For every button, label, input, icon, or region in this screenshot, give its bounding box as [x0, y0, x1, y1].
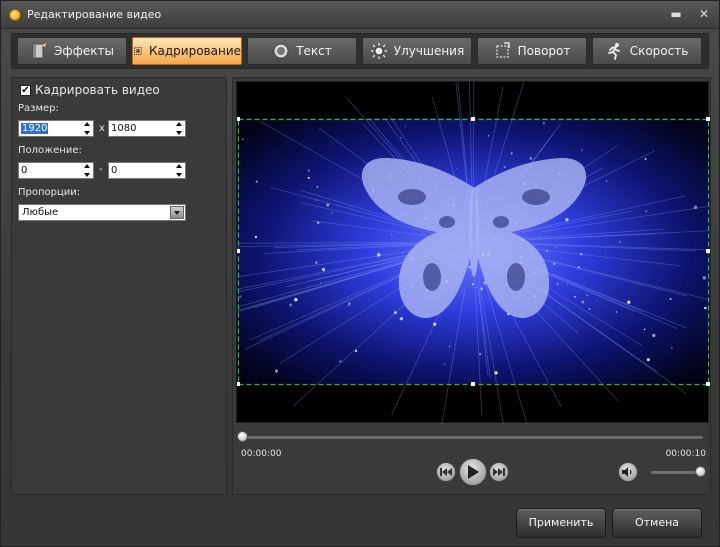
crop-settings-panel: ✔ Кадрировать видео Размер: 1920 x 1080 … — [11, 77, 227, 495]
cancel-button[interactable]: Отмена — [612, 508, 702, 538]
tab-text-label: Текст — [296, 44, 332, 58]
tab-crop[interactable]: Кадрирование — [132, 37, 242, 65]
aspect-label: Пропорции: — [18, 187, 81, 198]
tab-effects-label: Эффекты — [54, 44, 114, 58]
tab-crop-label: Кадрирование — [149, 44, 241, 58]
position-separator: - — [99, 164, 103, 175]
video-preview-canvas — [237, 82, 710, 424]
size-separator: x — [99, 123, 105, 134]
tab-speed[interactable]: Скорость — [592, 37, 702, 65]
title-bar[interactable]: Редактирование видео ▬ ✕ — [1, 1, 719, 29]
skip-forward-icon — [493, 468, 505, 476]
tab-enhancements[interactable]: Улучшения — [362, 37, 472, 65]
position-y-stepper[interactable]: 0 — [108, 162, 186, 179]
minimize-button[interactable]: ▬ — [669, 7, 683, 21]
text-icon — [273, 43, 289, 59]
aspect-value: Любые — [22, 207, 59, 218]
time-start: 00:00:00 — [241, 449, 282, 459]
app-logo-icon — [9, 8, 21, 21]
crop-video-checkbox[interactable]: ✔ — [20, 84, 31, 96]
video-edit-window: Редактирование видео ▬ ✕ Эффекты Кадриро… — [0, 0, 720, 547]
crop-icon — [134, 47, 142, 55]
crop-video-label: Кадрировать видео — [35, 83, 160, 97]
volume-slider-handle[interactable] — [695, 466, 706, 477]
skip-back-icon — [440, 468, 452, 476]
position-x-arrows[interactable] — [83, 164, 91, 177]
crop-video-checkbox-row[interactable]: ✔ Кадрировать видео — [20, 83, 160, 97]
rotate-icon — [495, 42, 510, 58]
tab-effects[interactable]: Эффекты — [17, 37, 127, 65]
preview-panel: 00:00:00 00:00:10 — [232, 77, 711, 495]
tab-enhancements-label: Улучшения — [393, 44, 465, 58]
video-preview[interactable] — [236, 81, 710, 424]
tab-text[interactable]: Текст — [247, 37, 357, 65]
height-value: 1080 — [111, 123, 137, 134]
time-end: 00:00:10 — [665, 449, 706, 459]
timeline-handle[interactable] — [237, 431, 248, 442]
close-button[interactable]: ✕ — [697, 7, 711, 21]
chevron-down-icon[interactable] — [170, 206, 184, 219]
window-controls: ▬ ✕ — [669, 7, 711, 21]
play-button[interactable] — [459, 458, 487, 486]
tab-bar: Эффекты Кадрирование Текст Улучшения Пов… — [11, 33, 709, 69]
width-stepper[interactable]: 1920 — [18, 120, 94, 137]
apply-button[interactable]: Применить — [516, 508, 606, 538]
position-x-value: 0 — [21, 165, 28, 176]
play-icon — [468, 465, 479, 479]
tab-rotate[interactable]: Поворот — [477, 37, 587, 65]
effects-icon — [32, 43, 46, 59]
volume-slider-track[interactable] — [651, 471, 701, 474]
position-x-stepper[interactable]: 0 — [18, 162, 94, 179]
position-y-value: 0 — [111, 165, 118, 176]
width-stepper-arrows[interactable] — [83, 122, 91, 135]
position-y-arrows[interactable] — [175, 164, 183, 177]
width-value: 1920 — [21, 123, 49, 134]
previous-button[interactable] — [436, 462, 456, 482]
next-button[interactable] — [489, 462, 509, 482]
aspect-select[interactable]: Любые — [18, 204, 186, 221]
tab-speed-label: Скорость — [629, 44, 689, 58]
position-label: Положение: — [18, 145, 82, 156]
runner-icon — [607, 43, 620, 60]
volume-button[interactable] — [618, 462, 638, 482]
window-title: Редактирование видео — [27, 8, 162, 21]
height-stepper-arrows[interactable] — [175, 122, 183, 135]
height-stepper[interactable]: 1080 — [108, 120, 186, 137]
size-label: Размер: — [18, 103, 59, 114]
tab-rotate-label: Поворот — [517, 44, 571, 58]
sun-icon — [370, 43, 387, 59]
speaker-icon — [622, 467, 632, 477]
timeline-track[interactable] — [241, 436, 703, 439]
